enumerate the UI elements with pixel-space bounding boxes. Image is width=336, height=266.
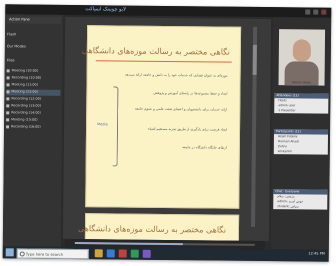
progress-fill (74, 242, 183, 246)
bracket-shape (112, 86, 119, 167)
presentation-area: نگاهی مختصر به رسالت موزه‌های دانشگاهی م… (62, 16, 272, 242)
right-panel: Admin Video Attendees (12) Hosts admin u… (270, 17, 332, 250)
window-title: لایو چوبینک ایمپاکت (85, 6, 126, 13)
search-icon (19, 251, 25, 257)
next-slide-title: نگاهی مختصر به رسالت موزه‌های دانشگاهی (77, 224, 227, 235)
slide-side-label: Media (97, 122, 108, 127)
slide-paragraph: ایجاد و حفظ مجموعه‌ها در راستای آموزش و … (153, 90, 228, 96)
slide-paragraph: ایجاد فرصت برای یادگیری از طریق تجربه مس… (148, 126, 228, 132)
sidebar-item[interactable]: Meeting (11:00) (6, 82, 60, 89)
maximize-button[interactable] (313, 9, 319, 15)
taskbar: Type here to search 12:45 PM (2, 246, 329, 262)
sidebar-header: Action Pane (7, 16, 62, 24)
minimize-button[interactable] (305, 9, 311, 15)
file-icon (6, 68, 10, 72)
file-icon (6, 124, 10, 128)
participant-row[interactable]: Ali Karimi (274, 149, 328, 155)
file-icon (6, 96, 10, 100)
start-menu-icon[interactable] (5, 248, 14, 257)
sidebar-item[interactable]: Recording (13:00) (6, 103, 60, 110)
sidebar-section-flash[interactable]: Flash (7, 32, 61, 37)
slide-paragraph: ارائه خدمات برای دانشجویان و اعضای هیئت … (134, 106, 228, 112)
video-label: Admin Video (292, 80, 312, 85)
participants-panel: Participants (12) Azam Fatemi Hannan Aha… (273, 129, 329, 155)
taskbar-search[interactable]: Type here to search (16, 248, 89, 260)
sidebar-item[interactable]: Recording (14:00) (6, 110, 60, 117)
webcam-video: Admin Video (278, 29, 326, 86)
file-icon (6, 89, 10, 93)
file-icon (6, 117, 10, 121)
browser-icon[interactable] (106, 249, 115, 258)
sidebar-item[interactable]: Recording (10:00) (6, 75, 61, 82)
app-icon[interactable] (118, 249, 127, 258)
screen-photo: لایو چوبینک ایمپاکت Action Pane Flash Ou… (2, 4, 332, 262)
file-icon (6, 103, 10, 107)
slide-paragraph: موزه‌ای به عنوان فضایی که خدمات خود را ب… (124, 72, 228, 78)
attendees-panel: Attendees (12) Hosts admin user 1 Presen… (274, 93, 329, 114)
slide: نگاهی مختصر به رسالت موزه‌های دانشگاهی م… (81, 25, 242, 209)
title-underline (95, 60, 232, 63)
chat-message: student: سپاس (277, 204, 299, 209)
scrollbar-thumb[interactable] (252, 44, 257, 75)
sidebar-item[interactable]: Recording (16:00) (6, 124, 60, 131)
slide-scrollbar[interactable] (251, 26, 258, 227)
slide-paragraph: ارتقای جایگاه دانشگاه در جامعه (182, 145, 227, 150)
app-icon[interactable] (142, 249, 151, 258)
chat-panel: Chat · Everyone مرتضی: سلام admin: خوش آ… (273, 189, 328, 210)
slide-title: نگاهی مختصر به رسالت موزه‌های دانشگاهی (81, 46, 230, 57)
presenter-head (292, 39, 311, 62)
app-icon[interactable] (130, 249, 139, 258)
search-placeholder: Type here to search (25, 251, 64, 257)
sidebar-section-modes[interactable]: Our Modes (7, 44, 61, 49)
attendee-row[interactable]: 1 Presenter (274, 108, 328, 114)
file-explorer-icon[interactable] (94, 249, 103, 258)
system-clock[interactable]: 12:45 PM (308, 251, 324, 255)
sidebar-item[interactable]: Meeting (10:00) (6, 68, 61, 75)
file-icon (6, 75, 10, 79)
sidebar-section-files[interactable]: Files (7, 58, 61, 63)
sidebar-item[interactable]: Recording (12:00) (6, 96, 60, 103)
next-slide: نگاهی مختصر به رسالت موزه‌های دانشگاهی (78, 213, 240, 242)
sidebar-item-active[interactable]: Meeting (12:00) (6, 89, 61, 96)
sidebar-item[interactable]: Meeting (15:00) (6, 117, 60, 124)
file-icon (6, 82, 10, 86)
sidebar: Action Pane Flash Our Modes Files Meetin… (2, 14, 64, 247)
close-button[interactable] (321, 9, 327, 15)
file-icon (6, 110, 10, 114)
